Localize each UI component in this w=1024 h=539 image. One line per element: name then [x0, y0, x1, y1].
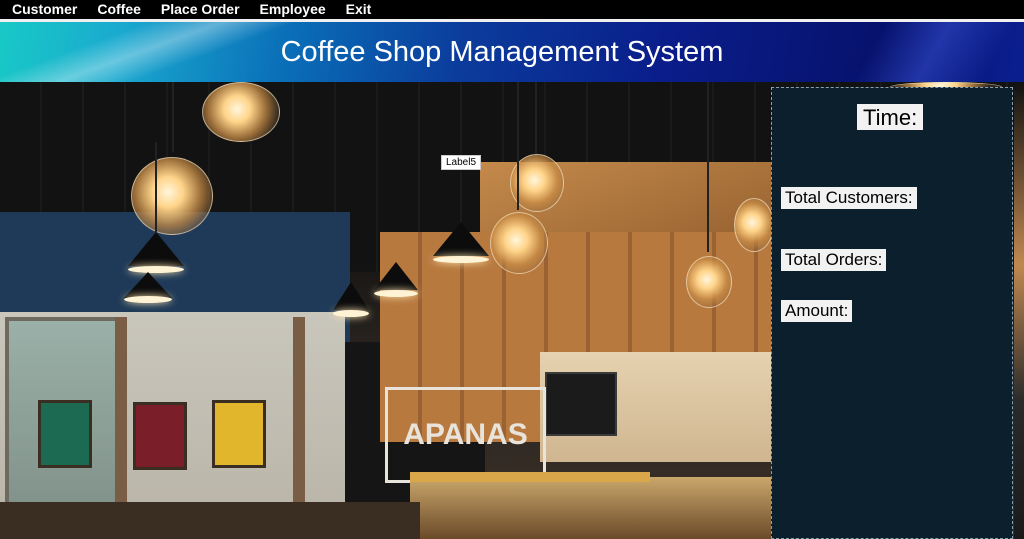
lamp-wire	[155, 142, 157, 232]
pendant-shade-icon	[124, 272, 172, 298]
lamp-wire	[535, 82, 537, 157]
shade-glow	[333, 310, 369, 317]
header-banner: Coffee Shop Management System	[0, 22, 1024, 82]
poster-yellow	[212, 400, 266, 468]
menu-coffee[interactable]: Coffee	[97, 0, 141, 19]
counter-top	[410, 472, 650, 482]
pendant-bulb-icon	[686, 256, 732, 308]
page-title: Coffee Shop Management System	[280, 36, 724, 68]
pendant-shade-icon	[433, 222, 489, 256]
floor	[0, 502, 420, 539]
counter	[410, 477, 780, 539]
poster-red	[133, 402, 187, 470]
shade-glow	[433, 256, 489, 263]
menu-board	[545, 372, 617, 436]
pendant-bulb-icon	[490, 212, 548, 274]
lamp-wire	[517, 82, 519, 210]
pendant-bulb-icon	[131, 157, 213, 235]
menu-exit[interactable]: Exit	[346, 0, 372, 19]
label5: Label5	[441, 155, 481, 170]
menu-employee[interactable]: Employee	[260, 0, 326, 19]
pendant-shade-icon	[374, 262, 418, 290]
photo-right-edge	[1014, 82, 1024, 539]
menu-bar: Customer Coffee Place Order Employee Exi…	[0, 0, 1024, 19]
apanas-sign: APANAS	[385, 387, 546, 483]
poster-green	[38, 400, 92, 468]
total-orders-label: Total Orders:	[781, 249, 887, 271]
shade-glow	[124, 296, 172, 303]
shade-glow	[374, 290, 418, 297]
total-customers-label: Total Customers:	[781, 187, 917, 209]
pendant-bulb-icon	[734, 198, 774, 252]
lamp-wire	[172, 82, 174, 152]
pendant-shade-icon	[128, 232, 184, 266]
menu-place-order[interactable]: Place Order	[161, 0, 240, 19]
menu-customer[interactable]: Customer	[12, 0, 77, 19]
amount-label: Amount:	[781, 300, 853, 322]
time-label: Time:	[857, 104, 924, 130]
lamp-wire	[707, 82, 709, 252]
pendant-bulb-icon	[202, 82, 280, 142]
pendant-shade-icon	[333, 282, 369, 310]
